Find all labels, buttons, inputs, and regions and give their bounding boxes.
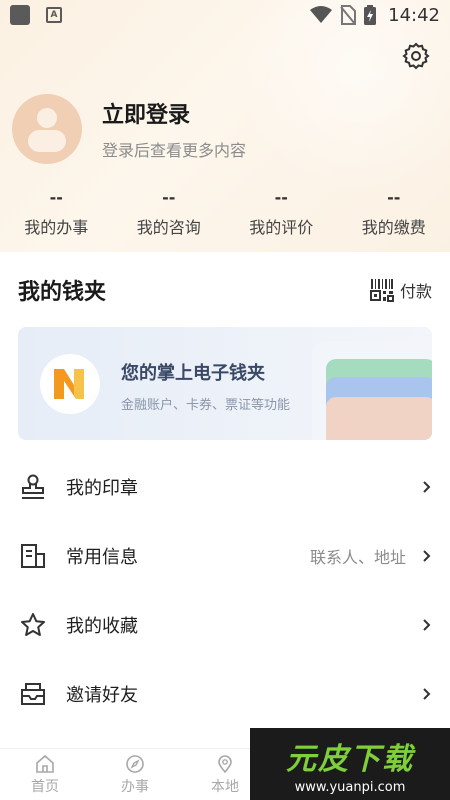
stat-value: -- — [387, 188, 401, 207]
login-subtitle: 登录后查看更多内容 — [102, 141, 247, 160]
wallet-title: 我的钱夹 — [18, 280, 107, 305]
stat-value: -- — [162, 188, 176, 207]
tab-label: 首页 — [31, 778, 59, 795]
menu-hint: 联系人、地址 — [309, 547, 406, 567]
wallet-card-title: 您的掌上电子钱夹 — [121, 363, 265, 384]
stamp-icon — [18, 472, 48, 502]
wallet-header: 我的钱夹 付款 — [0, 272, 450, 308]
chevron-right-icon — [423, 618, 431, 631]
tab-label: 办事 — [121, 778, 149, 795]
home-icon — [36, 754, 54, 773]
pay-button[interactable]: 付款 — [369, 278, 432, 302]
wallet-card-subtitle: 金融账户、卡券、票证等功能 — [121, 398, 291, 413]
wallet-banner-card[interactable]: 您的掌上电子钱夹 金融账户、卡券、票证等功能 — [18, 327, 432, 440]
chevron-right-icon — [423, 480, 431, 493]
watermark-url: www.yuanpi.com — [294, 779, 406, 795]
stat-my-reviews[interactable]: -- 我的评价 — [225, 188, 338, 238]
menu-list: 我的印章 常用信息 联系人、地址 我的收藏 邀请好友 — [0, 452, 450, 728]
stat-value: -- — [49, 188, 63, 207]
chevron-right-icon — [423, 549, 431, 562]
stat-label: 我的缴费 — [361, 218, 426, 237]
battery-icon — [364, 5, 377, 25]
location-icon — [218, 754, 232, 773]
menu-label: 邀请好友 — [66, 684, 138, 706]
menu-label: 我的印章 — [66, 477, 138, 499]
stat-value: -- — [274, 188, 288, 207]
tab-affairs[interactable]: 办事 — [90, 749, 180, 800]
app-notification-icon: A — [46, 7, 62, 23]
card-stack-illustration — [312, 341, 432, 440]
menu-item-invite-friends[interactable]: 邀请好友 — [0, 659, 450, 728]
invite-mail-icon — [18, 679, 48, 709]
status-time: 14:42 — [388, 4, 440, 26]
star-icon — [18, 610, 48, 640]
notification-square-icon — [10, 5, 30, 25]
stat-my-affairs[interactable]: -- 我的办事 — [0, 188, 113, 238]
menu-item-my-seal[interactable]: 我的印章 — [0, 452, 450, 521]
stat-label: 我的咨询 — [136, 218, 201, 237]
tab-home[interactable]: 首页 — [0, 749, 90, 800]
chevron-right-icon — [423, 687, 431, 700]
info-card-icon — [18, 541, 48, 571]
compass-icon — [126, 754, 144, 773]
no-sim-icon — [340, 5, 357, 25]
stats-row: -- 我的办事 -- 我的咨询 -- 我的评价 -- 我的缴费 — [0, 188, 450, 238]
pay-label: 付款 — [399, 282, 432, 301]
site-watermark: 元皮下载 www.yuanpi.com — [250, 728, 450, 800]
menu-item-favorites[interactable]: 我的收藏 — [0, 590, 450, 659]
status-bar: A 14:42 — [0, 0, 450, 30]
stat-my-payments[interactable]: -- 我的缴费 — [338, 188, 450, 238]
menu-label: 常用信息 — [66, 546, 138, 568]
qr-code-icon — [369, 279, 394, 302]
tab-label: 本地 — [211, 778, 239, 795]
stat-my-consultations[interactable]: -- 我的咨询 — [113, 188, 226, 238]
menu-item-common-info[interactable]: 常用信息 联系人、地址 — [0, 521, 450, 590]
watermark-text: 元皮下载 — [286, 741, 414, 777]
stat-label: 我的办事 — [24, 218, 89, 237]
wifi-icon — [310, 6, 333, 23]
avatar[interactable] — [12, 94, 82, 164]
settings-gear-icon[interactable] — [402, 42, 430, 70]
stat-label: 我的评价 — [249, 218, 314, 237]
wallet-logo-icon — [40, 354, 100, 414]
login-title[interactable]: 立即登录 — [102, 97, 246, 129]
menu-label: 我的收藏 — [66, 615, 138, 637]
login-profile[interactable]: 立即登录 登录后查看更多内容 — [12, 94, 246, 164]
